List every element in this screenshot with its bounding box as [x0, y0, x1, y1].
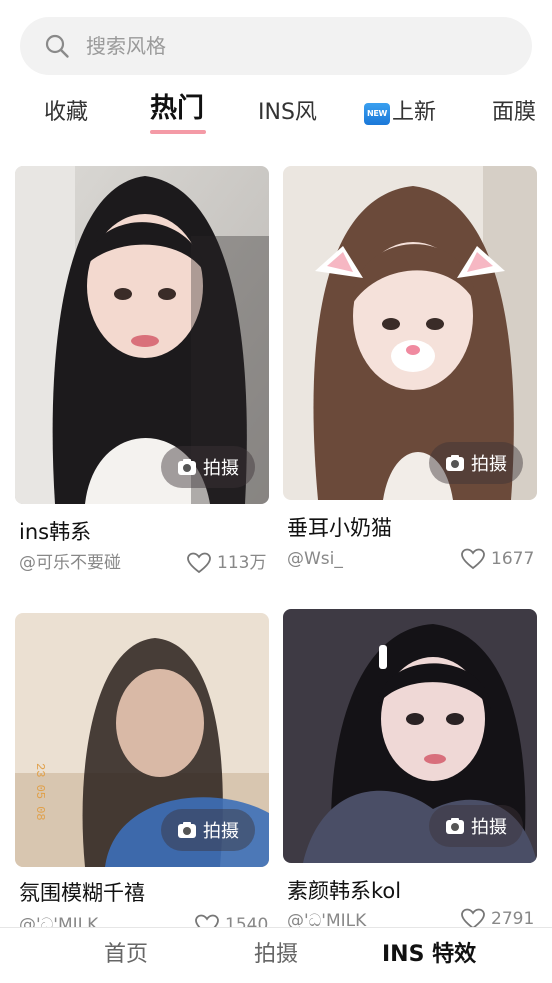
- shoot-button[interactable]: 拍摄: [161, 446, 255, 488]
- filter-card[interactable]: 23 05 08 拍摄 氛围模糊千禧 @'ධ'MILK 1540: [15, 613, 269, 936]
- filter-card[interactable]: 拍摄 ins韩系 @可乐不要碰 113万: [15, 166, 269, 586]
- camera-icon: [178, 822, 196, 838]
- bottom-nav: 首页 拍摄 INS 特效: [0, 927, 552, 983]
- search-icon: [45, 34, 69, 58]
- search-placeholder: 搜索风格: [86, 34, 166, 58]
- tab-new[interactable]: NEW 上新: [364, 98, 436, 128]
- filter-card[interactable]: 拍摄 素颜韩系kol @'ධ'MILK 2791: [283, 609, 537, 931]
- card-author[interactable]: @Wsi_: [287, 547, 343, 571]
- tab-ins-style[interactable]: INS风: [258, 98, 317, 128]
- camera-icon: [178, 459, 196, 475]
- nav-shoot[interactable]: 拍摄: [254, 940, 298, 970]
- card-title: 垂耳小奶猫: [287, 516, 392, 540]
- tab-favorites[interactable]: 收藏: [44, 98, 88, 128]
- card-title: 素颜韩系kol: [287, 879, 402, 903]
- shoot-button[interactable]: 拍摄: [429, 805, 523, 847]
- search-bar[interactable]: 搜索风格: [20, 17, 532, 75]
- shoot-button[interactable]: 拍摄: [161, 809, 255, 851]
- nav-ins-effects[interactable]: INS 特效: [382, 940, 476, 970]
- heart-icon: [461, 548, 485, 570]
- heart-icon: [187, 552, 211, 574]
- category-tabs: 收藏 热门 INS风 NEW 上新 面膜: [0, 92, 552, 142]
- like-count[interactable]: 1677: [461, 547, 534, 571]
- card-author[interactable]: @可乐不要碰: [19, 551, 121, 575]
- card-title: 氛围模糊千禧: [19, 881, 145, 905]
- svg-text:23 05 08: 23 05 08: [33, 763, 47, 821]
- filter-card[interactable]: 拍摄 垂耳小奶猫 @Wsi_ 1677: [283, 166, 537, 586]
- new-badge-icon: NEW: [364, 103, 390, 125]
- shoot-button[interactable]: 拍摄: [429, 442, 523, 484]
- tab-popular[interactable]: 热门: [150, 94, 204, 124]
- card-title: ins韩系: [19, 520, 92, 544]
- nav-home[interactable]: 首页: [104, 940, 148, 970]
- camera-icon: [446, 818, 464, 834]
- like-count[interactable]: 113万: [187, 551, 266, 575]
- active-tab-indicator: [150, 130, 206, 134]
- tab-mask[interactable]: 面膜: [492, 98, 536, 128]
- camera-icon: [446, 455, 464, 471]
